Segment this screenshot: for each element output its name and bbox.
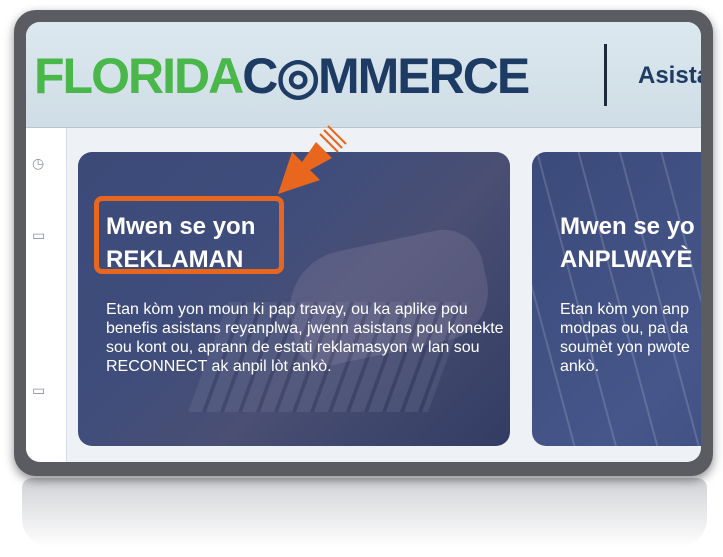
card-title-line1: Mwen se yo (560, 213, 695, 240)
folder-icon[interactable]: ▭ (32, 228, 50, 242)
highlight-box (94, 196, 284, 274)
card-title: Mwen se yo ANPLWAYÈ (560, 210, 695, 276)
clock-icon[interactable]: ◷ (32, 156, 50, 170)
card-title-line2: ANPLWAYÈ (560, 246, 693, 273)
logo-o-globe-icon: ◎ (276, 48, 320, 104)
card-description: Etan kòm yon anp modpas ou, pa da soumèt… (560, 301, 690, 375)
site-header: FLORIDAC◎MMERCE Asista (26, 22, 701, 128)
card-icon[interactable]: ▭ (32, 383, 50, 397)
logo-florida: FLORIDA (34, 48, 244, 104)
sidebar: ◷ ▭ ▭ (26, 128, 67, 462)
employer-card[interactable]: Mwen se yo ANPLWAYÈ Etan kòm yon anp mod… (532, 152, 701, 446)
header-title: Asista (638, 62, 701, 89)
header-divider (604, 44, 607, 106)
logo-mmerce: MMERCE (317, 48, 530, 104)
screenshot-reflection (22, 478, 707, 548)
logo-c: C (242, 48, 278, 104)
card-description: Etan kòm yon moun ki pap travay, ou ka a… (106, 301, 504, 375)
card-image-lines (532, 152, 701, 446)
florida-commerce-logo[interactable]: FLORIDAC◎MMERCE (34, 47, 530, 105)
arrow-icon (278, 125, 347, 194)
